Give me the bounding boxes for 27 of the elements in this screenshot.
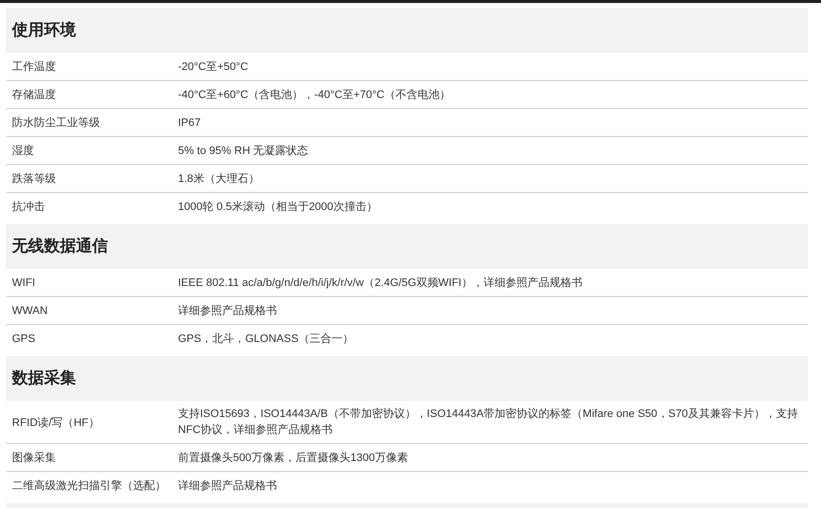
- spec-label: 抗冲击: [11, 200, 46, 214]
- spec-value: -20°C至+50°C: [178, 60, 250, 74]
- spec-value: 详细参照产品规格书: [178, 304, 278, 318]
- spec-value: IP67: [178, 116, 202, 130]
- spec-label: 图像采集: [11, 451, 57, 465]
- spec-value: 详细参照产品规格书: [178, 478, 278, 494]
- spec-value: 支持ISO15693，ISO14443A/B（不带加密协议），ISO14443A带加密协议的标签（Mifare one S50，S70及其兼容卡片），支持NFC协议，详细参照产品规格书: [178, 406, 799, 438]
- spec-label: 跌落等级: [11, 172, 57, 186]
- spec-label: 二维高级激光扫描引擎（选配）: [11, 478, 167, 493]
- spec-value: 1000轮 0.5米滚动（相当于2000次撞击）: [178, 200, 378, 214]
- section-title: 无线数据通信: [12, 236, 108, 257]
- spec-value: 1.8米（大理石）: [178, 172, 260, 186]
- spec-value: -40°C至+60°C（含电池），-40°C至+70°C（不含电池）: [178, 88, 452, 102]
- spec-label: WWAN: [11, 304, 49, 316]
- spec-label: WIFI: [11, 276, 36, 288]
- section-title: 数据采集: [12, 368, 76, 389]
- section-title: 使用环境: [12, 20, 76, 41]
- spec-label: 湿度: [11, 144, 35, 158]
- spec-label: GPS: [11, 332, 36, 344]
- spec-label: 存储温度: [11, 88, 57, 102]
- spec-value: 前置摄像头500万像素，后置摄像头1300万像素: [178, 450, 409, 466]
- spec-value: 5% to 95% RH 无凝露状态: [178, 144, 310, 158]
- spec-value: IEEE 802.11 ac/a/b/g/n/d/e/h/i/j/k/r/v/w（2.4G/5G双频WIFI），详细参照产品规格书: [178, 276, 584, 290]
- spec-label: 工作温度: [11, 60, 57, 74]
- spec-value: GPS，北斗，GLONASS（三合一）: [178, 332, 354, 346]
- spec-label: 防水防尘工业等级: [11, 116, 101, 130]
- spec-label: RFID读/写（HF）: [11, 416, 100, 430]
